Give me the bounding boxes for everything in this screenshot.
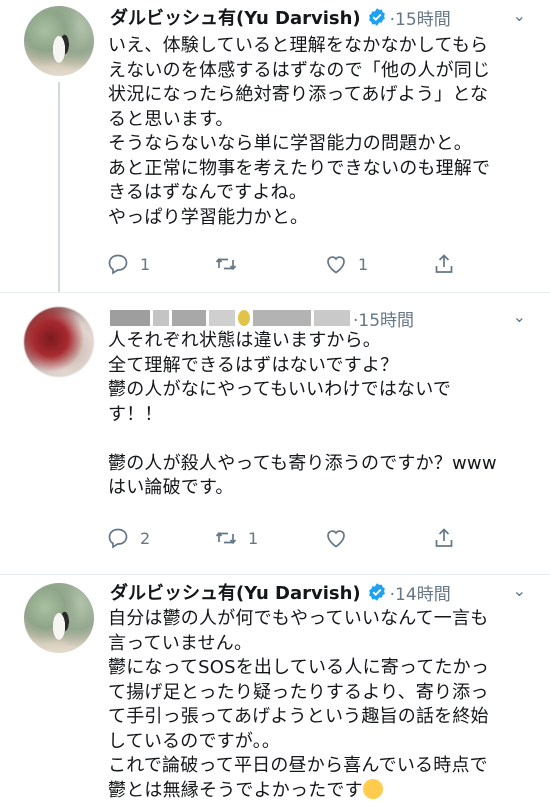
retweet-count: 1 <box>248 528 259 548</box>
tweet[interactable]: ダルビッシュ有(Yu Darvish) ·14時間 ⌄ 自分は鬱の人が何でもやっ… <box>0 575 550 806</box>
avatar[interactable] <box>24 307 94 377</box>
retweet-icon <box>215 531 237 545</box>
chevron-down-icon[interactable]: ⌄ <box>513 581 526 600</box>
share-icon <box>435 254 453 273</box>
like-button[interactable] <box>324 524 358 552</box>
retweet-button[interactable]: 1 <box>214 524 258 552</box>
tweet-header: ダルビッシュ有(Yu Darvish) ·15時間 ⌄ <box>110 2 540 32</box>
tweet[interactable]: ·15時間 ⌄ 人それぞれ状態は違いますから。 全て理解できるはずはないですよ？… <box>0 293 550 575</box>
heart-icon <box>327 256 345 274</box>
author-name[interactable]: ダルビッシュ有(Yu Darvish) <box>110 579 361 605</box>
retweet-icon <box>215 257 237 271</box>
thread-line <box>58 82 60 292</box>
chevron-down-icon[interactable]: ⌄ <box>513 307 526 326</box>
share-button[interactable] <box>432 250 456 278</box>
share-icon <box>435 528 453 547</box>
tweet-actions: 1 1 <box>106 250 536 278</box>
avatar[interactable] <box>24 6 94 76</box>
retweet-button[interactable] <box>214 250 248 278</box>
timestamp[interactable]: ·15時間 <box>390 5 451 30</box>
verified-badge-icon <box>368 8 385 26</box>
chevron-down-icon[interactable]: ⌄ <box>513 6 526 25</box>
smile-emoji-icon <box>362 778 383 799</box>
timestamp[interactable]: ·15時間 <box>353 306 414 331</box>
timestamp[interactable]: ·14時間 <box>390 580 451 605</box>
share-button[interactable] <box>432 524 456 552</box>
reply-count: 1 <box>140 254 151 274</box>
tweet-actions: 2 1 <box>106 524 536 552</box>
tweet[interactable]: ダルビッシュ有(Yu Darvish) ·15時間 ⌄ いえ、体験していると理解… <box>0 0 550 292</box>
heart-icon <box>327 530 345 548</box>
reply-button[interactable]: 2 <box>106 524 150 552</box>
tweet-text: いえ、体験していると理解をなかなかしてもら えないのを体感するはずなので「他の人… <box>108 35 491 228</box>
reply-button[interactable]: 1 <box>106 250 150 278</box>
tweet-text: 自分は鬱の人が何でもやっていいなんて一言も 言っていません。 鬱になってSOSを… <box>108 608 490 801</box>
author-name[interactable]: ダルビッシュ有(Yu Darvish) <box>110 4 361 30</box>
avatar[interactable] <box>24 583 94 653</box>
verified-badge-icon <box>368 583 385 601</box>
tweet-header: ダルビッシュ有(Yu Darvish) ·14時間 ⌄ <box>110 577 540 607</box>
reply-count: 2 <box>140 528 151 548</box>
like-count: 1 <box>358 254 369 274</box>
like-button[interactable]: 1 <box>324 250 368 278</box>
redacted-author-name[interactable] <box>110 310 350 326</box>
reply-icon <box>108 254 128 275</box>
tweet-text: 人それぞれ状態は違いますから。 全て理解できるはずはないですよ？ 鬱の人がなにや… <box>108 330 497 498</box>
tweet-text-wrap: 自分は鬱の人が何でもやっていいなんて一言も 言っていません。 鬱になってSOSを… <box>108 607 538 803</box>
reply-icon <box>108 528 128 549</box>
